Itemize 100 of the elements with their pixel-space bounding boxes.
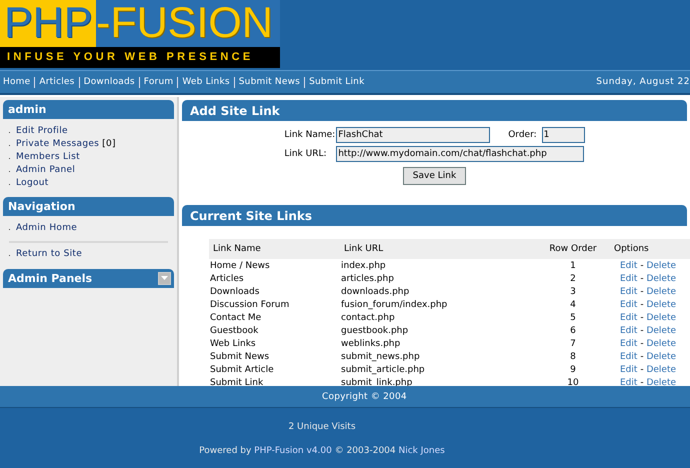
delete-link[interactable]: Delete [646, 260, 676, 270]
delete-link[interactable]: Delete [646, 326, 676, 336]
message-count: [0] [102, 139, 116, 150]
delete-link[interactable]: Delete [646, 312, 676, 322]
nav-link[interactable]: Submit Link [309, 77, 364, 87]
edit-link[interactable]: Edit [620, 260, 638, 270]
sidebar-link[interactable]: Admin Home [9, 223, 78, 234]
table-cell-text: guestbook.php [340, 324, 410, 337]
sidebar-link[interactable]: Return to Site [9, 249, 82, 260]
nav-link[interactable]: Articles [39, 77, 75, 87]
edit-link[interactable]: Edit [620, 364, 638, 374]
table-cell-text: Submit Article [209, 364, 275, 376]
delete-link[interactable]: Delete [646, 338, 676, 348]
logo-text: -FUSION [96, 0, 280, 47]
table-cell-text: contact.php [340, 312, 396, 324]
separator-text: - [640, 378, 644, 386]
edit-link[interactable]: Edit [620, 338, 638, 348]
field-label: Order: [508, 130, 538, 140]
table-cell-text: Discussion Forum [209, 298, 290, 311]
edit-link[interactable]: Edit [620, 352, 638, 362]
table-cell-text: fusion_forum/index.php [340, 298, 448, 311]
field-label: Link URL: [284, 149, 328, 159]
save-button[interactable]: Save Link [402, 167, 466, 185]
sidebar-link[interactable]: Private Messages [9, 139, 100, 150]
panel-title: Current Site Links [190, 208, 312, 222]
table-cell-text: Guestbook [209, 324, 260, 337]
table-cell-text: 10 [566, 376, 580, 386]
edit-link[interactable]: Edit [620, 326, 638, 336]
separator-text: - [640, 326, 644, 336]
sidebar-link[interactable]: Logout [9, 178, 49, 188]
table-cell-text: Downloads [209, 286, 260, 298]
sidebar-link[interactable]: Members List [9, 152, 80, 162]
table-cell-text: 4 [569, 298, 577, 311]
table-cell-text: 5 [569, 312, 577, 324]
table-cell: 1 [536, 259, 610, 272]
table-cell-text: articles.php [340, 272, 395, 285]
visit-counter: 2 Unique Visits [288, 422, 356, 432]
panel-title: Admin Panels [8, 272, 92, 285]
delete-link[interactable]: Delete [646, 352, 676, 362]
edit-link[interactable]: Edit [620, 378, 638, 386]
expand-icon[interactable] [158, 272, 171, 285]
date-text: Sunday, August 22 [596, 77, 690, 87]
sidebar-link[interactable]: Admin Panel [9, 164, 76, 175]
table-cell: Home / News [209, 259, 340, 272]
table-cell-text: weblinks.php [340, 338, 402, 350]
panel-title: Navigation [8, 200, 76, 213]
copyright-text: Copyright © 2004 [322, 392, 407, 402]
table-cell-text: Web Links [209, 338, 257, 350]
table-cell-text: 2 [569, 272, 577, 285]
table-cell-text: Articles [209, 272, 245, 285]
edit-link[interactable]: Edit [620, 312, 638, 322]
link-url-field[interactable]: http://www.mydomain.com/chat/flashchat.php [336, 146, 584, 162]
column-header: Link Name [209, 239, 340, 259]
table-cell-text: 7 [569, 338, 577, 350]
panel-title: admin [8, 103, 46, 116]
delete-link[interactable]: Delete [646, 364, 676, 374]
separator-text: - [640, 352, 644, 362]
order-field[interactable]: 1 [542, 127, 585, 143]
delete-link[interactable]: Delete [646, 286, 676, 296]
separator-text: - [640, 338, 644, 348]
sidebar-link[interactable]: Edit Profile [9, 126, 68, 136]
table-cell-text: 9 [569, 364, 577, 376]
nav-link[interactable]: Downloads [84, 77, 135, 87]
table-cell: index.php [340, 259, 536, 272]
column-header: Link URL [340, 239, 536, 259]
column-header: Row Order [536, 239, 610, 259]
separator-text: - [640, 260, 644, 270]
table-cell-text: 6 [569, 324, 577, 337]
separator-text: - [640, 286, 644, 296]
column-header: Options [610, 239, 690, 259]
table-cell-text: Submit News [209, 350, 270, 363]
edit-link[interactable]: Edit [620, 274, 638, 284]
nav-link[interactable]: Web Links [182, 77, 230, 87]
separator-text: - [640, 300, 644, 310]
logo-tagline: INFUSE YOUR WEB PRESENCE [6, 50, 254, 65]
nav-link[interactable]: Submit News [238, 77, 300, 87]
credits-link[interactable]: Nick Jones [398, 446, 445, 456]
table-cell-text: Submit Link [209, 376, 264, 386]
credits-text: Powered by PHP-Fusion v4.00 © 2003-2004 Nick Jones [199, 446, 445, 456]
link-name-field[interactable]: FlashChat [336, 127, 490, 143]
delete-link[interactable]: Delete [646, 300, 676, 310]
separator-text: - [640, 274, 644, 284]
delete-link[interactable]: Delete [646, 378, 676, 386]
separator-text: - [640, 312, 644, 322]
edit-link[interactable]: Edit [620, 300, 638, 310]
field-label: Link Name: [284, 130, 336, 140]
logo-text: PHP [0, 0, 96, 47]
nav-link[interactable]: Home [3, 77, 30, 87]
table-cell-text: 3 [569, 286, 577, 298]
table-cell-text: 8 [569, 350, 577, 363]
table-cell-text: Contact Me [209, 312, 262, 324]
table-cell-text: submit_news.php [340, 350, 421, 363]
credits-link[interactable]: PHP-Fusion v4.00 [254, 446, 332, 456]
edit-link[interactable]: Edit [620, 286, 638, 296]
panel-title: Add Site Link [190, 104, 280, 118]
table-cell-text: submit_article.php [340, 364, 426, 376]
separator-text: - [640, 364, 644, 374]
table-cell-text: downloads.php [340, 286, 410, 298]
delete-link[interactable]: Delete [646, 274, 676, 284]
nav-link[interactable]: Forum [144, 77, 174, 87]
